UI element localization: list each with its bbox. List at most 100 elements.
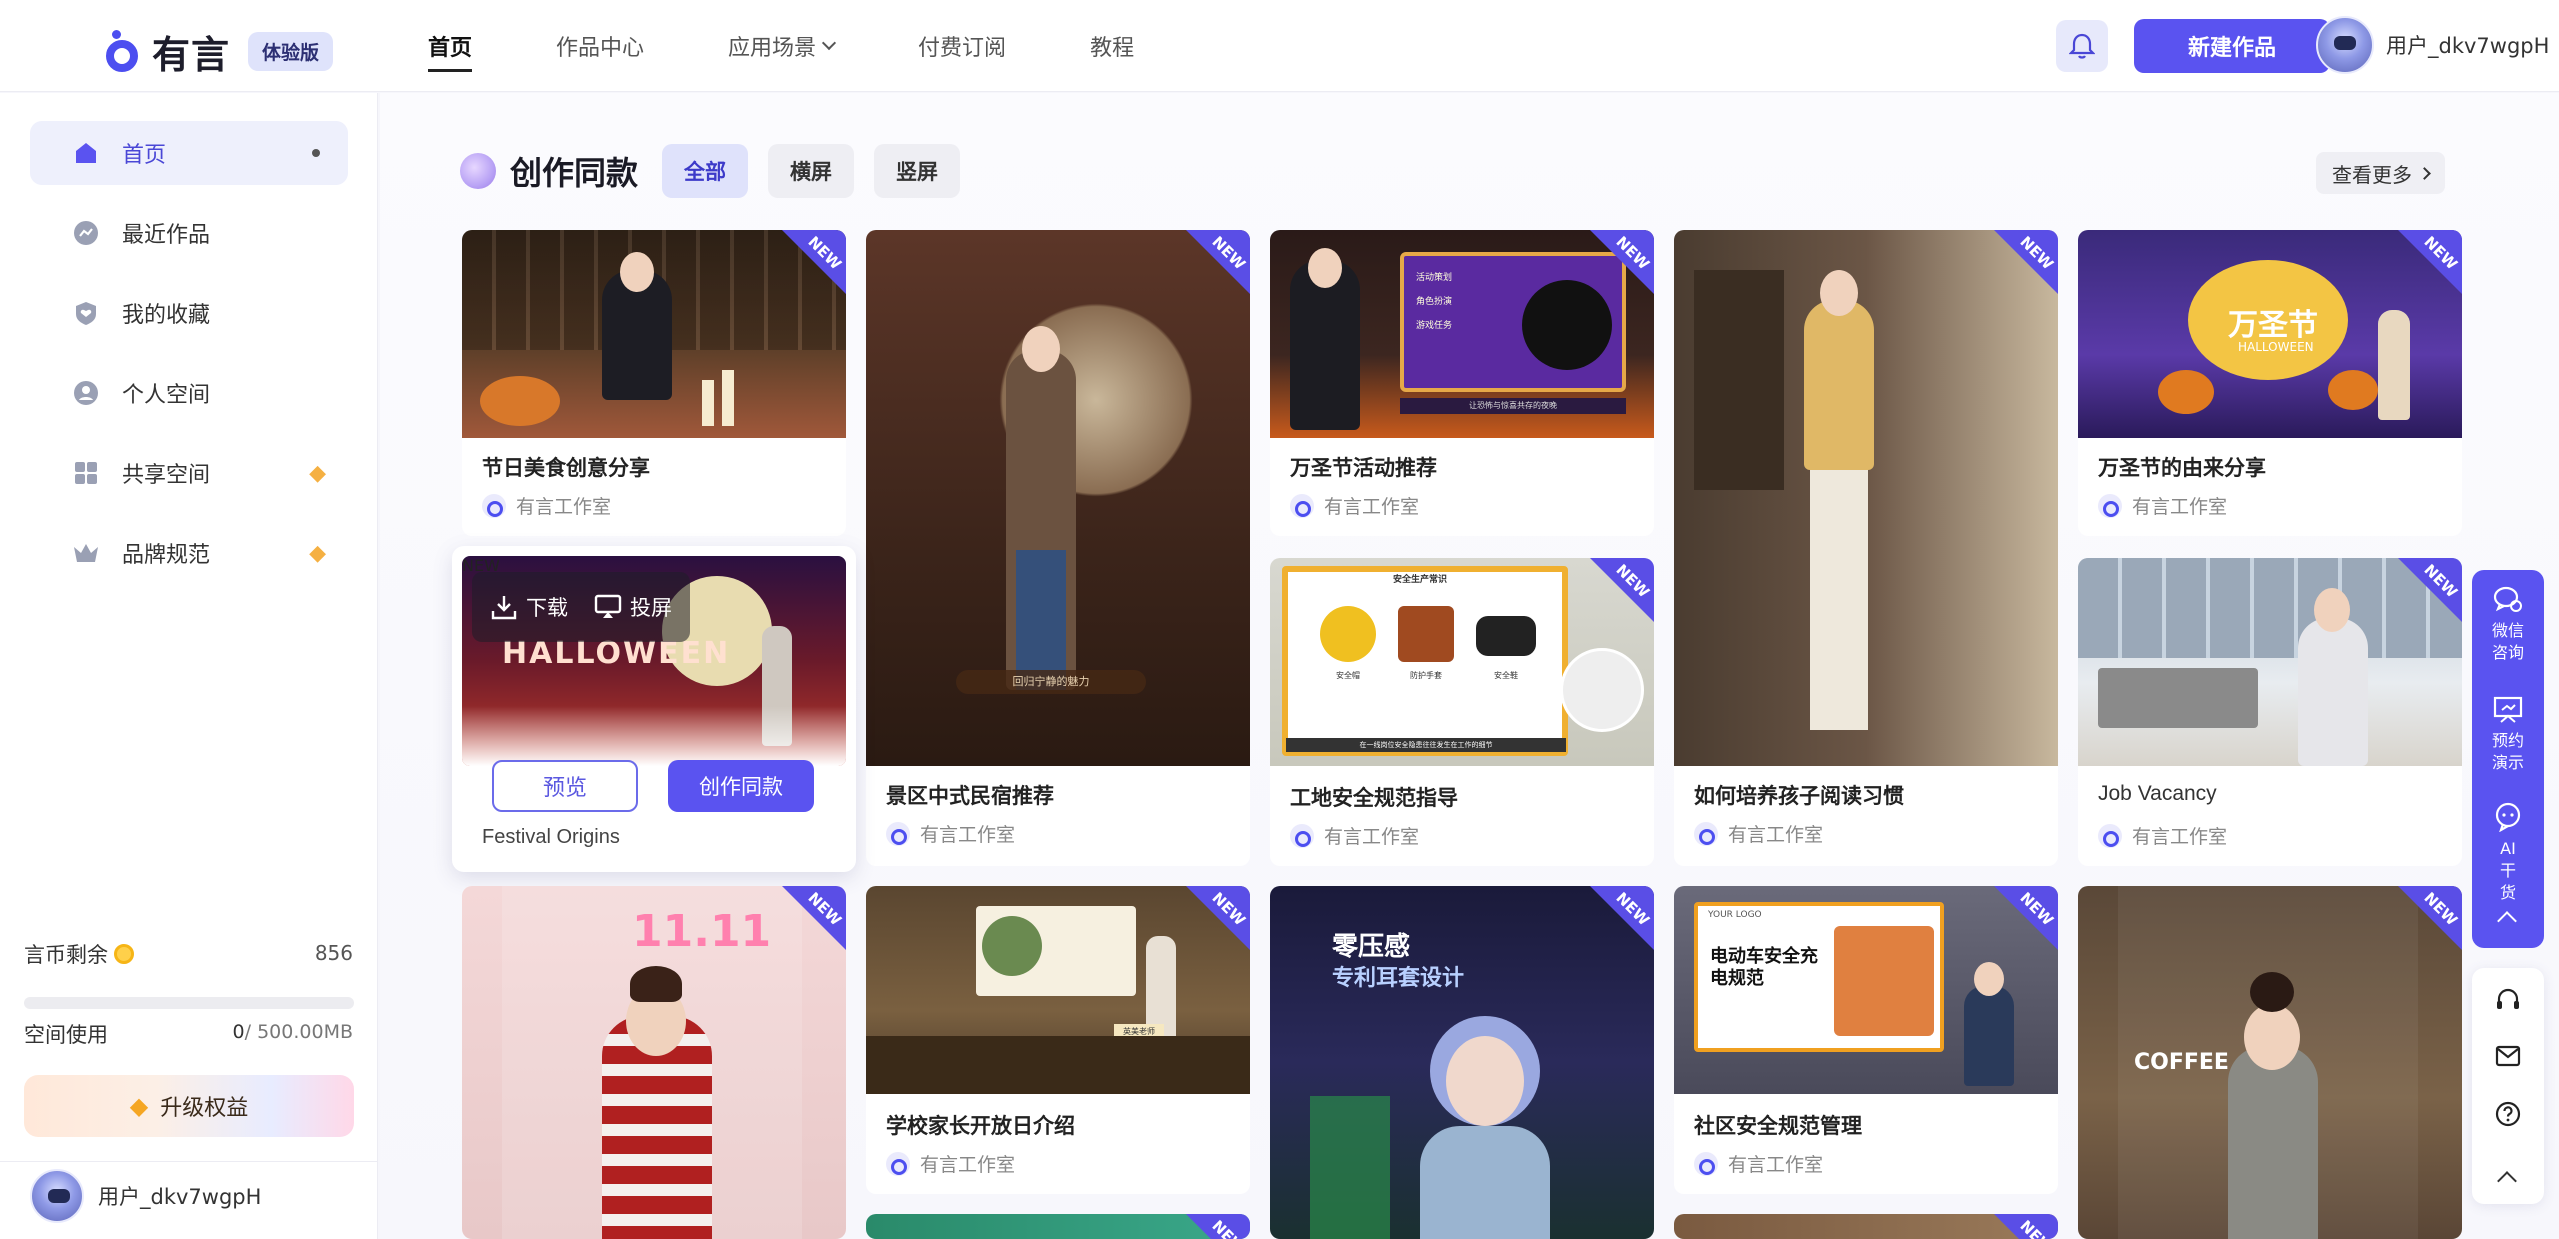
filter-portrait[interactable]: 竖屏 bbox=[874, 144, 961, 198]
active-dot bbox=[312, 149, 320, 157]
sidebar-item-home[interactable]: 首页 bbox=[30, 121, 348, 185]
balance-value: 856 bbox=[314, 941, 353, 965]
space-value: 0/ 500.00MB bbox=[232, 1021, 353, 1043]
card-thumbnail: NEW bbox=[1674, 230, 2058, 766]
space-progress bbox=[24, 997, 354, 1009]
top-bar: 有言 体验版 首页 作品中心 应用场景 付费订阅 教程 新建作品 用户_dkv7… bbox=[0, 0, 2559, 92]
template-card[interactable]: NEW 如何培养孩子阅读习惯 有言工作室 bbox=[1674, 230, 2058, 866]
thumb-banner: 让恐怖与惊喜共存的夜晚 bbox=[1400, 398, 1626, 414]
download-button[interactable]: 下载 bbox=[490, 592, 568, 622]
template-card[interactable]: NEW 节日美食创意分享 有言工作室 bbox=[462, 230, 846, 536]
card-thumbnail: 11.11 NEW bbox=[462, 886, 846, 1239]
template-card[interactable]: 11.11 NEW bbox=[462, 886, 846, 1239]
avatar bbox=[30, 1169, 84, 1223]
template-card[interactable]: 英美老师 NEW 学校家长开放日介绍 有言工作室 bbox=[866, 886, 1250, 1194]
sidebar-user[interactable]: 用户_dkv7wgpH bbox=[30, 1169, 261, 1223]
support-float-bar: 微信咨询 预约演示 AI干货 bbox=[2472, 570, 2544, 948]
help-button[interactable] bbox=[2494, 1100, 2522, 1128]
brand-logo[interactable]: 有言 体验版 bbox=[104, 24, 334, 79]
float-label: 预约演示 bbox=[2491, 731, 2524, 772]
template-card[interactable]: COFFEE NEW bbox=[2078, 886, 2462, 1239]
nav-home[interactable]: 首页 bbox=[428, 30, 473, 72]
template-card[interactable]: 回归宁静的魅力 NEW 景区中式民宿推荐 有言工作室 bbox=[866, 230, 1250, 866]
recent-icon bbox=[72, 219, 100, 247]
card-thumbnail: COFFEE NEW bbox=[2078, 886, 2462, 1239]
new-work-button[interactable]: 新建作品 bbox=[2134, 19, 2330, 73]
filter-landscape[interactable]: 横屏 bbox=[768, 144, 855, 198]
nav-tutorial[interactable]: 教程 bbox=[1090, 30, 1134, 62]
filter-all[interactable]: 全部 bbox=[662, 144, 749, 198]
customer-service-button[interactable] bbox=[2494, 986, 2522, 1014]
space-label: 空间使用 bbox=[24, 1023, 108, 1047]
crown-icon bbox=[72, 539, 100, 567]
author-logo-icon bbox=[886, 1151, 910, 1176]
avatar bbox=[2316, 16, 2374, 74]
nav-scenarios[interactable]: 应用场景 bbox=[728, 30, 837, 62]
card-toolbar: 下载 投屏 bbox=[472, 572, 690, 642]
preview-button[interactable]: 预览 bbox=[492, 760, 638, 812]
create-same-button[interactable]: 创作同款 bbox=[668, 760, 814, 812]
template-card[interactable]: NEW bbox=[866, 1214, 1250, 1239]
card-title: 如何培养孩子阅读习惯 bbox=[1694, 784, 1904, 808]
card-title: 景区中式民宿推荐 bbox=[886, 784, 1054, 808]
author-logo-icon bbox=[886, 821, 910, 846]
author-logo-icon bbox=[2098, 823, 2122, 848]
template-card[interactable]: 安全生产常识 安全帽 防护手套 安全鞋 在一线岗位安全隐患往往发生在工作的细节 … bbox=[1270, 558, 1654, 866]
coin-icon bbox=[114, 944, 134, 964]
notification-button[interactable] bbox=[2056, 20, 2108, 72]
back-to-top-icon[interactable] bbox=[2497, 1171, 2517, 1191]
collapse-icon[interactable] bbox=[2497, 911, 2517, 931]
sidebar-item-label: 共享空间 bbox=[122, 463, 211, 488]
template-card[interactable]: 万圣节 HALLOWEEN NEW 万圣节的由来分享 有言工作室 bbox=[2078, 230, 2462, 536]
template-card[interactable]: YOUR LOGO 电动车安全充电规范 NEW 社区安全规范管理 有言工作室 bbox=[1674, 886, 2058, 1194]
sidebar-item-shared-space[interactable]: 共享空间 ◆ bbox=[30, 441, 348, 505]
thumb-title: 电动车安全充电规范 bbox=[1710, 946, 1818, 989]
support-float-bar-secondary bbox=[2472, 968, 2544, 1204]
home-icon bbox=[72, 139, 100, 167]
wechat-consult-button[interactable]: 微信咨询 bbox=[2472, 584, 2544, 664]
favorite-icon bbox=[72, 299, 100, 327]
nav-works-center[interactable]: 作品中心 bbox=[556, 30, 644, 62]
mail-button[interactable] bbox=[2494, 1042, 2522, 1070]
thumb-caption: 回归宁静的魅力 bbox=[956, 670, 1146, 694]
template-card[interactable]: NEW bbox=[1674, 1214, 2058, 1239]
cast-icon bbox=[594, 594, 622, 618]
divider bbox=[0, 1161, 378, 1162]
edition-badge: 体验版 bbox=[248, 32, 334, 71]
card-title: Job Vacancy bbox=[2098, 782, 2217, 805]
sidebar-item-personal-space[interactable]: 个人空间 bbox=[30, 361, 348, 425]
card-title: 社区安全规范管理 bbox=[1694, 1114, 1862, 1138]
view-more-link[interactable]: 查看更多 bbox=[2316, 152, 2445, 194]
card-thumbnail: 活动策划 角色扮演 游戏任务 让恐怖与惊喜共存的夜晚 NEW bbox=[1270, 230, 1654, 438]
upgrade-button[interactable]: ◆ 升级权益 bbox=[24, 1075, 354, 1137]
logo-icon bbox=[104, 29, 142, 74]
template-card-hovered[interactable]: HALLOWEEN NEW 下载 投屏 预览 创作同款 Festival Ori… bbox=[452, 546, 856, 872]
user-menu[interactable]: 用户_dkv7wgpH bbox=[2316, 16, 2549, 74]
card-thumbnail: 万圣节 HALLOWEEN NEW bbox=[2078, 230, 2462, 438]
template-card[interactable]: NEW Job Vacancy 有言工作室 bbox=[2078, 558, 2462, 866]
template-card[interactable]: 活动策划 角色扮演 游戏任务 让恐怖与惊喜共存的夜晚 NEW 万圣节活动推荐 有言工… bbox=[1270, 230, 1654, 536]
card-thumbnail: NEW bbox=[2078, 558, 2462, 766]
download-label: 下载 bbox=[526, 596, 568, 620]
cast-button[interactable]: 投屏 bbox=[594, 592, 672, 622]
nav-subscription[interactable]: 付费订阅 bbox=[918, 30, 1006, 62]
sidebar-item-label: 最近作品 bbox=[122, 223, 211, 248]
main-nav: 首页 作品中心 应用场景 付费订阅 教程 bbox=[428, 0, 1218, 92]
sidebar-item-favorites[interactable]: 我的收藏 bbox=[30, 281, 348, 345]
bell-icon bbox=[2069, 33, 2095, 59]
card-author: 有言工作室 bbox=[2098, 822, 2227, 849]
template-card[interactable]: 零压感 专利耳套设计 NEW bbox=[1270, 886, 1654, 1239]
thumb-subtitle: 专利耳套设计 bbox=[1332, 966, 1465, 991]
section-header: 创作同款 全部 横屏 竖屏 bbox=[460, 144, 980, 198]
thumb-title: 万圣节 bbox=[2228, 308, 2318, 343]
card-author: 有言工作室 bbox=[1694, 820, 1823, 847]
sidebar-item-recent[interactable]: 最近作品 bbox=[30, 201, 348, 265]
balance-label: 言币剩余 bbox=[24, 939, 134, 969]
sidebar-item-brand-guide[interactable]: 品牌规范 ◆ bbox=[30, 521, 348, 585]
chevron-right-icon bbox=[2418, 166, 2431, 180]
ai-tips-button[interactable]: AI干货 bbox=[2472, 802, 2544, 904]
card-author: 有言工作室 bbox=[886, 1150, 1015, 1177]
demo-button[interactable]: 预约演示 bbox=[2472, 696, 2544, 774]
thumb-banner: 安全生产常识 bbox=[1392, 575, 1447, 585]
author-logo-icon bbox=[1694, 1151, 1718, 1176]
